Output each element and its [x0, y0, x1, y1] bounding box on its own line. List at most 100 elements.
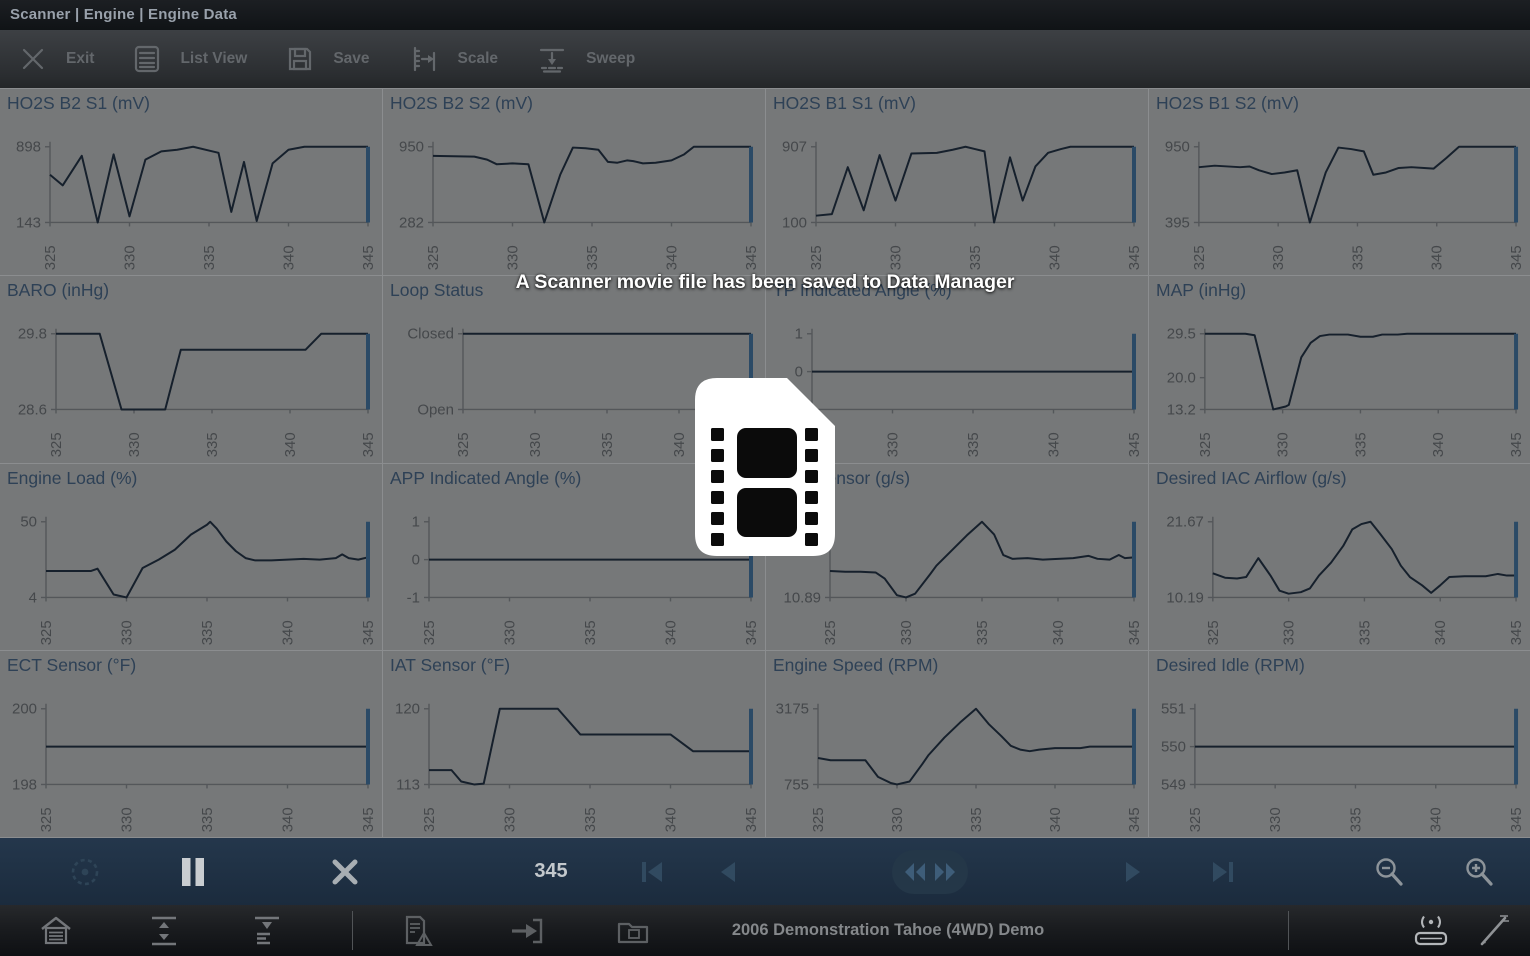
- svg-text:335: 335: [965, 433, 982, 458]
- svg-text:330: 330: [118, 620, 135, 645]
- stop-movie-button[interactable]: [330, 838, 360, 905]
- home-icon: [38, 915, 74, 947]
- transfer-button[interactable]: [509, 905, 545, 956]
- rewind-fast-forward-button[interactable]: [892, 850, 968, 894]
- chart-plot: 551550549325330335340345: [1149, 651, 1530, 837]
- svg-text:335: 335: [1349, 245, 1366, 270]
- svg-text:330: 330: [889, 807, 906, 832]
- list-view-label: List View: [180, 50, 247, 68]
- svg-text:29.8: 29.8: [18, 326, 47, 343]
- chart-plot: 950282325330335340345: [383, 89, 765, 275]
- svg-text:907: 907: [782, 139, 807, 156]
- svg-text:335: 335: [974, 620, 991, 645]
- svg-text:330: 330: [1281, 620, 1298, 645]
- play-icon: [1120, 859, 1146, 885]
- exit-icon: [20, 46, 46, 72]
- svg-text:340: 340: [1045, 433, 1062, 458]
- svg-text:335: 335: [199, 807, 216, 832]
- chart-plot: 120113325330335340345: [383, 651, 765, 837]
- sweep-ruler-icon: [538, 45, 566, 73]
- svg-text:330: 330: [501, 807, 518, 832]
- chart-plot: 898143325330335340345: [0, 89, 382, 275]
- chart-panel-map[interactable]: MAP (inHg)29.520.013.2325330335340345: [1149, 276, 1530, 463]
- data-log-button[interactable]: [401, 905, 435, 956]
- list-view-button[interactable]: List View: [134, 45, 247, 73]
- chart-plot: 29.828.6325330335340345: [0, 276, 382, 462]
- svg-text:Open: Open: [417, 402, 454, 419]
- chart-panel-ect-sensor[interactable]: ECT Sensor (°F)200198325330335340345: [0, 651, 383, 838]
- svg-text:335: 335: [582, 807, 599, 832]
- stylus-button[interactable]: [1476, 905, 1512, 956]
- skip-to-end-button[interactable]: [1209, 838, 1237, 905]
- chart-panel-ho2s-b2-s2[interactable]: HO2S B2 S2 (mV)950282325330335340345: [383, 89, 766, 276]
- svg-text:340: 340: [663, 245, 680, 270]
- svg-text:325: 325: [421, 807, 438, 832]
- chart-panel-iat-sensor[interactable]: IAT Sensor (°F)120113325330335340345: [383, 651, 766, 838]
- chart-panel-baro[interactable]: BARO (inHg)29.828.6325330335340345: [0, 276, 383, 463]
- svg-text:20.0: 20.0: [1167, 370, 1196, 387]
- save-button[interactable]: Save: [287, 46, 369, 72]
- pause-button[interactable]: [179, 838, 207, 905]
- sweep-button[interactable]: Sweep: [538, 45, 635, 73]
- svg-text:10.89: 10.89: [784, 589, 821, 606]
- step-back-button[interactable]: [715, 838, 741, 905]
- svg-text:325: 325: [38, 620, 55, 645]
- svg-text:330: 330: [118, 807, 135, 832]
- chart-panel-engine-speed[interactable]: Engine Speed (RPM)3175755325330335340345: [766, 651, 1149, 838]
- svg-text:340: 340: [279, 807, 296, 832]
- svg-text:325: 325: [1205, 620, 1222, 645]
- svg-text:330: 330: [898, 620, 915, 645]
- svg-text:330: 330: [121, 245, 138, 270]
- skip-end-icon: [1209, 859, 1237, 885]
- zoom-out-button[interactable]: [1374, 838, 1404, 905]
- svg-text:345: 345: [360, 620, 377, 645]
- chart-panel-desired-iac-airflow[interactable]: Desired IAC Airflow (g/s)21.6710.1932533…: [1149, 464, 1530, 651]
- svg-text:330: 330: [1275, 433, 1292, 458]
- scanner-device-icon: [1410, 913, 1452, 949]
- svg-text:330: 330: [527, 433, 544, 458]
- svg-text:335: 335: [582, 620, 599, 645]
- svg-text:345: 345: [1508, 433, 1525, 458]
- record-icon: [68, 855, 102, 889]
- zoom-in-button[interactable]: [1464, 838, 1494, 905]
- file-manager-button[interactable]: [616, 905, 650, 956]
- svg-text:100: 100: [782, 214, 807, 231]
- svg-text:345: 345: [743, 807, 760, 832]
- list-icon: [134, 45, 160, 73]
- chart-panel-engine-load[interactable]: Engine Load (%)504325330335340345: [0, 464, 383, 651]
- transfer-arrow-icon: [509, 916, 545, 946]
- chart-panel-desired-idle[interactable]: Desired Idle (RPM)5515505493253303353403…: [1149, 651, 1530, 838]
- frame-counter: 345: [501, 838, 601, 905]
- svg-text:335: 335: [199, 620, 216, 645]
- svg-text:335: 335: [204, 433, 221, 458]
- toast-message: A Scanner movie file has been saved to D…: [0, 271, 1530, 294]
- expand-button[interactable]: [147, 905, 181, 956]
- device-status-button[interactable]: [1410, 905, 1452, 956]
- home-button[interactable]: [38, 905, 74, 956]
- chart-panel-ho2s-b1-s1[interactable]: HO2S B1 S1 (mV)907100325330335340345: [766, 89, 1149, 276]
- chart-plot: 950395325330335340345: [1149, 89, 1530, 275]
- floppy-disk-icon: [287, 46, 313, 72]
- svg-text:345: 345: [743, 245, 760, 270]
- collapse-button[interactable]: [250, 905, 284, 956]
- scale-button[interactable]: Scale: [410, 45, 499, 73]
- svg-text:1: 1: [412, 513, 420, 530]
- svg-text:4: 4: [29, 589, 37, 606]
- record-button[interactable]: [68, 838, 102, 905]
- skip-to-start-button[interactable]: [638, 838, 666, 905]
- svg-text:282: 282: [399, 214, 424, 231]
- svg-text:120: 120: [395, 701, 420, 718]
- exit-button[interactable]: Exit: [20, 46, 94, 72]
- svg-text:340: 340: [1429, 245, 1446, 270]
- chart-panel-ho2s-b1-s2[interactable]: HO2S B1 S2 (mV)950395325330335340345: [1149, 89, 1530, 276]
- vehicle-label: 2006 Demonstration Tahoe (4WD) Demo: [732, 905, 1044, 956]
- chart-panel-ho2s-b2-s1[interactable]: HO2S B2 S1 (mV)898143325330335340345: [0, 89, 383, 276]
- svg-text:335: 335: [201, 245, 218, 270]
- status-divider: [352, 911, 353, 950]
- chart-plot: 29.520.013.2325330335340345: [1149, 276, 1530, 462]
- scale-label: Scale: [458, 50, 499, 68]
- step-forward-button[interactable]: [1120, 838, 1146, 905]
- skip-start-icon: [638, 859, 666, 885]
- svg-text:325: 325: [1187, 807, 1204, 832]
- svg-text:340: 340: [662, 807, 679, 832]
